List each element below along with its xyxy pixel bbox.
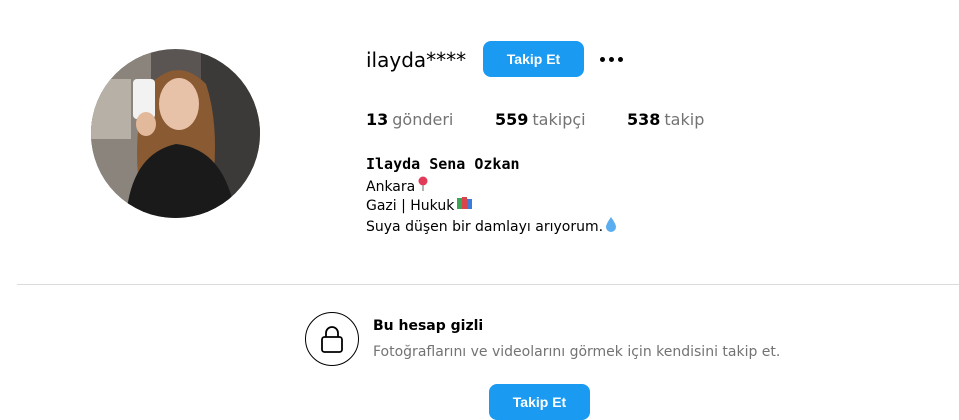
posts-count: 13 gönderi (366, 109, 453, 131)
bio-line: Suya düşen bir damlayı arıyorum. (366, 216, 617, 237)
avatar[interactable] (91, 49, 260, 218)
follow-button[interactable]: Takip Et (483, 41, 584, 77)
more-dot (608, 56, 614, 62)
bio-line: Gazi | Hukuk (366, 196, 474, 215)
bio-text: Suya düşen bir damlayı arıyorum. (366, 218, 604, 235)
pin-icon (417, 176, 429, 197)
followers-count[interactable]: 559 takipçi (495, 109, 586, 131)
bio-text: Gazi | Hukuk (366, 197, 455, 214)
following-label: takip (664, 110, 705, 129)
posts-number: 13 (366, 110, 389, 129)
follow-button-bottom[interactable]: Takip Et (489, 384, 590, 420)
more-options-icon[interactable] (596, 50, 626, 68)
following-number: 538 (627, 110, 661, 129)
private-account-description: Fotoğraflarını ve videolarını görmek içi… (373, 344, 781, 360)
posts-label: gönderi (392, 110, 454, 129)
followers-number: 559 (495, 110, 529, 129)
droplet-icon (605, 216, 617, 237)
following-count[interactable]: 538 takip (627, 109, 704, 131)
profile-photo (91, 49, 260, 218)
books-icon (456, 196, 474, 215)
private-account-title: Bu hesap gizli (373, 318, 484, 334)
full-name: Ilayda Sena Ozkan (366, 155, 520, 173)
followers-label: takipçi (532, 110, 586, 129)
bio-line: Ankara (366, 176, 429, 197)
username: ilayda**** (366, 48, 467, 72)
bio-text: Ankara (366, 178, 416, 195)
lock-icon (305, 312, 359, 366)
more-dot (617, 56, 623, 62)
section-divider (17, 284, 959, 285)
more-dot (599, 56, 605, 62)
